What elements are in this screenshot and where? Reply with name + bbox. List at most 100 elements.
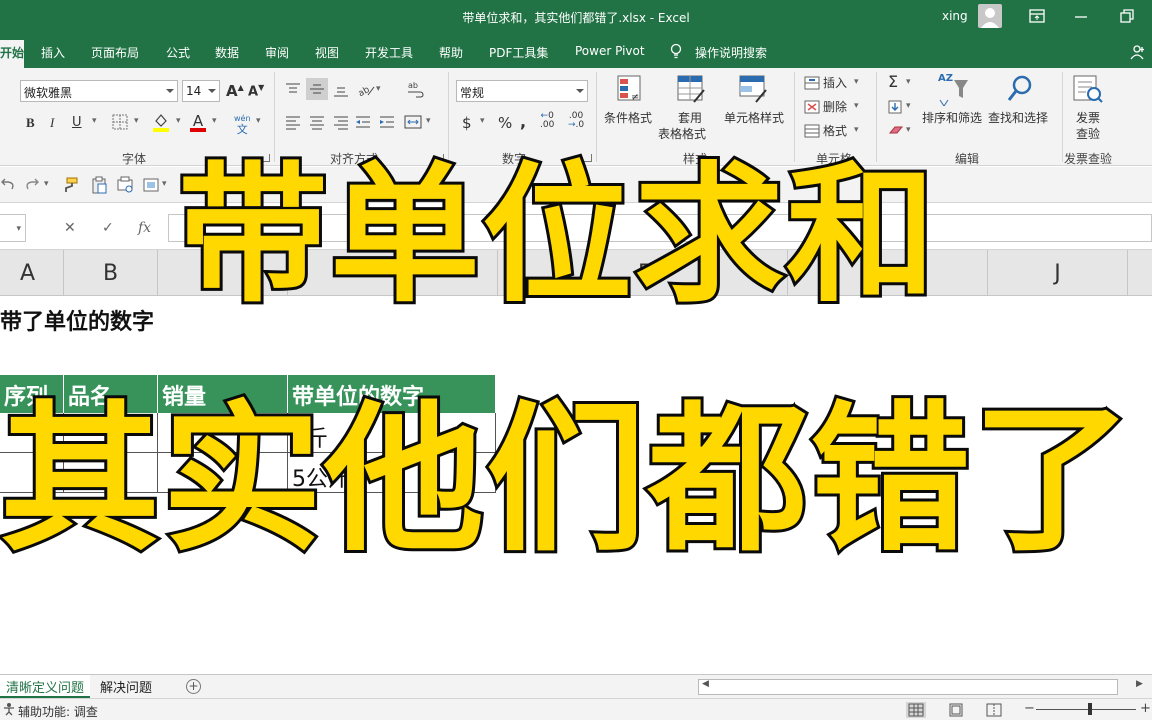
chevron-down-icon[interactable]: ▾ [426, 116, 431, 126]
confirm-entry-icon[interactable]: ✓ [102, 220, 114, 236]
paste-icon[interactable] [90, 176, 108, 194]
font-size-combo[interactable]: 14 [182, 80, 220, 102]
align-bottom-icon[interactable] [332, 82, 350, 102]
cell-styles-icon[interactable] [738, 74, 768, 108]
bold-button[interactable]: B [26, 115, 35, 131]
currency-button[interactable]: $ [462, 114, 472, 132]
sheet-tab-define-problem[interactable]: 清晰定义问题 [0, 675, 91, 698]
underline-button[interactable]: U [72, 115, 82, 130]
wrap-text-icon[interactable]: ab [406, 80, 424, 102]
sort-filter-label[interactable]: 排序和筛选 [922, 110, 982, 126]
normal-view-icon[interactable] [906, 702, 926, 718]
chevron-down-icon[interactable]: ▾ [854, 125, 859, 135]
scroll-left-icon[interactable]: ◀ [702, 679, 709, 689]
find-select-label[interactable]: 查找和选择 [988, 110, 1048, 126]
fill-color-icon[interactable] [152, 112, 170, 136]
format-as-table-label-2[interactable]: 表格格式 [658, 126, 706, 142]
restore-icon[interactable] [1118, 8, 1136, 24]
align-middle-icon[interactable] [306, 78, 328, 100]
sort-filter-icon[interactable]: AZ [938, 72, 970, 106]
fill-icon[interactable] [888, 100, 902, 118]
page-layout-view-icon[interactable] [946, 702, 966, 718]
conditional-format-icon[interactable]: ≠ [616, 74, 644, 108]
delete-cells-label[interactable]: 删除 [823, 99, 847, 115]
column-header-a[interactable]: A [0, 250, 64, 296]
tab-power-pivot[interactable]: Power Pivot [575, 44, 645, 58]
tab-insert[interactable]: 插入 [41, 44, 65, 61]
insert-cells-label[interactable]: 插入 [823, 75, 847, 91]
grow-font-icon[interactable]: A▲ [226, 82, 244, 100]
tab-review[interactable]: 审阅 [265, 44, 289, 61]
font-name-combo[interactable]: 微软雅黑 [20, 80, 178, 102]
accessibility-icon[interactable] [2, 702, 16, 719]
tab-formulas[interactable]: 公式 [166, 44, 190, 61]
shrink-font-icon[interactable]: A▼ [248, 83, 264, 99]
tell-me-search[interactable]: 操作说明搜索 [695, 44, 767, 61]
chevron-down-icon[interactable]: ▾ [854, 101, 859, 111]
comma-button[interactable]: , [520, 112, 526, 131]
increase-decimal-button[interactable]: ←0.00 [540, 112, 554, 130]
phonetic-button[interactable]: wén 文 [234, 112, 251, 135]
border-icon[interactable] [112, 114, 128, 134]
chevron-down-icon[interactable]: ▾ [854, 77, 859, 87]
cell-styles-label[interactable]: 单元格样式 [724, 110, 784, 126]
decrease-decimal-button[interactable]: .00 →.0 [568, 112, 584, 130]
tab-home[interactable]: 开始 [0, 40, 24, 68]
select-cells-icon[interactable] [142, 176, 160, 194]
tab-help[interactable]: 帮助 [439, 44, 463, 61]
sheet-tab-solve-problem[interactable]: 解决问题 [94, 675, 158, 698]
chevron-down-icon[interactable]: ▾ [906, 101, 911, 111]
decrease-indent-icon[interactable] [354, 114, 372, 134]
add-sheet-icon[interactable]: + [186, 679, 201, 694]
undo-icon[interactable] [0, 176, 18, 194]
zoom-slider-thumb[interactable] [1088, 703, 1092, 715]
minimize-icon[interactable] [1072, 9, 1090, 25]
tab-view[interactable]: 视图 [315, 44, 339, 61]
chevron-down-icon[interactable]: ▾ [176, 116, 181, 126]
orientation-icon[interactable]: ab [356, 81, 376, 101]
print-preview-icon[interactable] [116, 176, 134, 194]
find-select-icon[interactable] [1006, 74, 1034, 108]
format-as-table-icon[interactable] [676, 74, 706, 108]
page-break-view-icon[interactable] [984, 702, 1004, 718]
chevron-down-icon[interactable]: ▾ [256, 116, 261, 126]
chevron-down-icon[interactable]: ▾ [134, 116, 139, 126]
name-box[interactable]: ▾ [0, 214, 26, 242]
format-painter-icon[interactable] [60, 176, 78, 194]
autosum-button[interactable]: Σ [888, 72, 898, 91]
ribbon-display-options-icon[interactable] [1028, 8, 1046, 24]
horizontal-scrollbar[interactable] [698, 679, 1118, 695]
invoice-check-label-1[interactable]: 发票 [1076, 110, 1100, 126]
merge-center-icon[interactable] [404, 114, 422, 134]
tab-developer[interactable]: 开发工具 [365, 44, 413, 61]
invoice-check-label-2[interactable]: 查验 [1076, 126, 1100, 142]
chevron-down-icon[interactable]: ▾ [480, 116, 485, 126]
scroll-right-icon[interactable]: ▶ [1136, 679, 1143, 689]
align-left-icon[interactable] [284, 114, 302, 134]
zoom-slider[interactable] [1036, 709, 1136, 710]
user-name[interactable]: xing [942, 9, 968, 23]
invoice-check-icon[interactable] [1072, 74, 1104, 108]
column-header-j[interactable]: J [988, 250, 1128, 296]
delete-cells-icon[interactable] [804, 100, 820, 118]
align-top-icon[interactable] [284, 82, 302, 102]
column-header-b[interactable]: B [64, 250, 158, 296]
increase-indent-icon[interactable] [378, 114, 396, 134]
cell-a1-title[interactable]: 带了单位的数字 [0, 304, 154, 336]
accessibility-status[interactable]: 辅助功能: 调查 [18, 703, 98, 720]
avatar[interactable] [978, 4, 1002, 28]
chevron-down-icon[interactable]: ▾ [92, 116, 97, 126]
chevron-down-icon[interactable]: ▾ [376, 84, 381, 94]
number-format-combo[interactable]: 常规 [456, 80, 588, 102]
format-cells-icon[interactable] [804, 124, 820, 142]
align-center-icon[interactable] [308, 114, 326, 134]
chevron-down-icon[interactable]: ▾ [212, 116, 217, 126]
chevron-down-icon[interactable]: ▾ [906, 77, 911, 87]
format-cells-label[interactable]: 格式 [823, 123, 847, 139]
tab-page-layout[interactable]: 页面布局 [91, 44, 139, 61]
tab-pdf-tools[interactable]: PDF工具集 [489, 44, 548, 61]
format-as-table-label-1[interactable]: 套用 [676, 110, 704, 126]
italic-button[interactable]: I [50, 115, 54, 131]
share-icon[interactable] [1130, 44, 1146, 60]
insert-cells-icon[interactable] [804, 76, 820, 94]
